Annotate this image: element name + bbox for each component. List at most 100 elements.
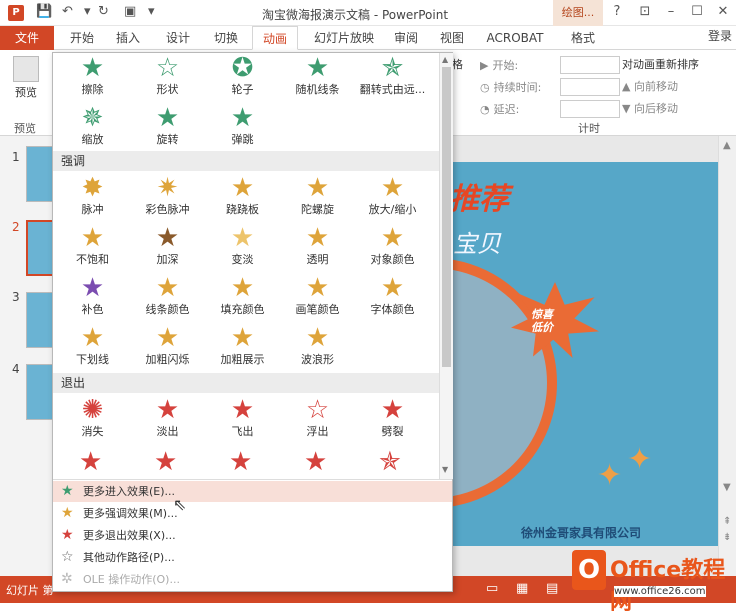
effect-grow-shrink[interactable]: ★ 放大/缩小 bbox=[355, 173, 430, 221]
delay-icon: ◔ bbox=[480, 102, 490, 116]
redo-icon[interactable]: ↻ bbox=[98, 4, 109, 19]
slide-thumbnail[interactable] bbox=[26, 292, 54, 348]
tab-format[interactable]: 格式 bbox=[560, 26, 606, 50]
slide-title[interactable]: 推荐 bbox=[449, 174, 509, 218]
move-earlier-button[interactable]: ▲ 向前移动 bbox=[622, 76, 732, 98]
effect-pulse[interactable]: ✸ 脉冲 bbox=[55, 173, 130, 221]
slide[interactable]: 推荐 宝贝 惊喜 低价 ✦ ✦ 徐州金哥家具有限公司 bbox=[447, 162, 733, 546]
tab-acrobat[interactable]: ACROBAT bbox=[480, 26, 550, 50]
undo-icon[interactable]: ↶ bbox=[62, 4, 73, 19]
effect-wave[interactable]: ★ 波浪形 bbox=[280, 323, 355, 371]
gallery-scrollbar[interactable]: ▲ ▼ bbox=[439, 53, 453, 479]
help-icon[interactable]: ? bbox=[606, 4, 628, 19]
sorter-view-icon[interactable]: ▦ bbox=[516, 581, 528, 596]
effect-float-out[interactable]: ☆ 浮出 bbox=[280, 395, 355, 443]
scroll-down-icon[interactable]: ▼ bbox=[723, 482, 731, 493]
effect-teeter[interactable]: ★ 跷跷板 bbox=[205, 173, 280, 221]
company-name[interactable]: 徐州金哥家具有限公司 bbox=[521, 524, 641, 541]
duration-input[interactable] bbox=[560, 78, 620, 96]
chevron-down-icon[interactable]: ▾ bbox=[84, 4, 91, 19]
more-emphasis-effects[interactable]: ★ 更多强调效果(M)... bbox=[53, 503, 452, 524]
timing-group-label: 计时 bbox=[578, 122, 600, 135]
effect-zoom[interactable]: ✵ 缩放 bbox=[55, 103, 130, 151]
star-icon: ★ bbox=[155, 273, 180, 303]
effect-desaturate[interactable]: ★ 不饱和 bbox=[55, 223, 130, 271]
scroll-thumb[interactable] bbox=[442, 67, 451, 367]
star-icon: ★ bbox=[380, 173, 405, 203]
tab-transitions[interactable]: 切换 bbox=[206, 26, 246, 50]
move-later-label: 向后移动 bbox=[633, 102, 678, 115]
play-icon: ▶ bbox=[480, 58, 489, 72]
effect-split[interactable]: ★ 劈裂 bbox=[355, 395, 430, 443]
tab-view[interactable]: 视图 bbox=[432, 26, 472, 50]
effect-font-color[interactable]: ★ 字体颜色 bbox=[355, 273, 430, 321]
move-later-button[interactable]: ▼ 向后移动 bbox=[622, 98, 732, 120]
preview-group-label: 预览 bbox=[14, 122, 36, 135]
effect-line-color[interactable]: ★ 线条颜色 bbox=[130, 273, 205, 321]
effect-underline[interactable]: ★ 下划线 bbox=[55, 323, 130, 371]
minimize-icon[interactable]: – bbox=[660, 4, 682, 19]
effect-bounce[interactable]: ★ 弹跳 bbox=[205, 103, 280, 151]
prev-slide-icon[interactable]: ⇞ bbox=[723, 516, 731, 527]
effect-color-pulse[interactable]: ✷ 彩色脉冲 bbox=[130, 173, 205, 221]
preview-button[interactable]: 预览 bbox=[8, 56, 44, 100]
slide-subtitle[interactable]: 宝贝 bbox=[453, 224, 501, 259]
tab-home[interactable]: 开始 bbox=[62, 26, 102, 50]
effect-fill-color[interactable]: ★ 填充颜色 bbox=[205, 273, 280, 321]
more-entrance-effects[interactable]: ★ 更多进入效果(E)... bbox=[53, 481, 452, 502]
tab-design[interactable]: 设计 bbox=[158, 26, 198, 50]
effect-disappear[interactable]: ✺ 消失 bbox=[55, 395, 130, 443]
effect-transparency[interactable]: ★ 透明 bbox=[280, 223, 355, 271]
save-icon[interactable]: 💾 bbox=[36, 4, 52, 19]
sparkle-icon: ✦ bbox=[627, 442, 653, 477]
customize-icon[interactable]: ▾ bbox=[148, 4, 155, 19]
slide-thumbnail[interactable] bbox=[26, 364, 54, 420]
animation-group-label: 格 bbox=[452, 58, 463, 71]
effect-complementary-color[interactable]: ★ 补色 bbox=[55, 273, 130, 321]
reorder-title: 对动画重新排序 bbox=[622, 58, 699, 71]
tab-insert[interactable]: 插入 bbox=[108, 26, 148, 50]
tab-slideshow[interactable]: 幻灯片放映 bbox=[304, 26, 384, 50]
reading-view-icon[interactable]: ▤ bbox=[546, 581, 558, 596]
product-photo-circle[interactable] bbox=[447, 258, 557, 508]
effect-darken[interactable]: ★ 加深 bbox=[130, 223, 205, 271]
effect-bold-reveal[interactable]: ★ 加粗展示 bbox=[205, 323, 280, 371]
slide-number: 3 bbox=[12, 290, 20, 304]
tab-animations[interactable]: 动画 bbox=[252, 26, 298, 50]
effect-fly-out[interactable]: ★ 飞出 bbox=[205, 395, 280, 443]
maximize-icon[interactable]: ☐ bbox=[686, 4, 708, 19]
tab-review[interactable]: 审阅 bbox=[386, 26, 426, 50]
scroll-up-icon[interactable]: ▲ bbox=[442, 55, 448, 64]
delay-input[interactable] bbox=[560, 100, 620, 118]
effect-wipe[interactable]: ★ 擦除 bbox=[55, 53, 130, 101]
next-slide-icon[interactable]: ⇟ bbox=[723, 532, 731, 543]
effect-brush-color[interactable]: ★ 画笔颜色 bbox=[280, 273, 355, 321]
more-exit-effects[interactable]: ★ 更多退出效果(X)... bbox=[53, 525, 452, 546]
present-icon[interactable]: ▣ bbox=[124, 4, 136, 19]
normal-view-icon[interactable]: ▭ bbox=[486, 581, 498, 596]
effect-shape[interactable]: ☆ 形状 bbox=[130, 53, 205, 101]
login-link[interactable]: 登录 bbox=[708, 26, 732, 46]
triangle-down-icon: ▼ bbox=[622, 102, 634, 115]
ribbon-display-icon[interactable]: ⊡ bbox=[634, 4, 656, 19]
exit-header: 退出 bbox=[53, 373, 439, 393]
close-icon[interactable]: ✕ bbox=[712, 4, 734, 19]
effect-lighten[interactable]: ★ 变淡 bbox=[205, 223, 280, 271]
vertical-scrollbar[interactable]: ▲ ▼ ⇞ ⇟ bbox=[718, 136, 736, 576]
gear-star-icon: ✲ bbox=[61, 571, 73, 587]
effect-swivel[interactable]: ★ 旋转 bbox=[130, 103, 205, 151]
scroll-down-icon[interactable]: ▼ bbox=[442, 465, 448, 474]
effect-spin[interactable]: ★ 陀螺旋 bbox=[280, 173, 355, 221]
tab-file[interactable]: 文件 bbox=[0, 26, 54, 50]
start-select[interactable] bbox=[560, 56, 620, 74]
slide-thumbnail-selected[interactable] bbox=[26, 220, 54, 276]
slide-thumbnail[interactable] bbox=[26, 146, 54, 202]
effect-bold-flash[interactable]: ★ 加粗闪烁 bbox=[130, 323, 205, 371]
effect-fade-out[interactable]: ★ 淡出 bbox=[130, 395, 205, 443]
effect-object-color[interactable]: ★ 对象颜色 bbox=[355, 223, 430, 271]
scroll-up-icon[interactable]: ▲ bbox=[723, 140, 731, 151]
effect-random-bars[interactable]: ★ 随机线条 bbox=[280, 53, 355, 101]
effect-wheel[interactable]: ✪ 轮子 bbox=[205, 53, 280, 101]
effect-grow-turn[interactable]: ✯ 翻转式由远... bbox=[355, 53, 430, 101]
other-motion-paths[interactable]: ☆ 其他动作路径(P)... bbox=[53, 547, 452, 568]
